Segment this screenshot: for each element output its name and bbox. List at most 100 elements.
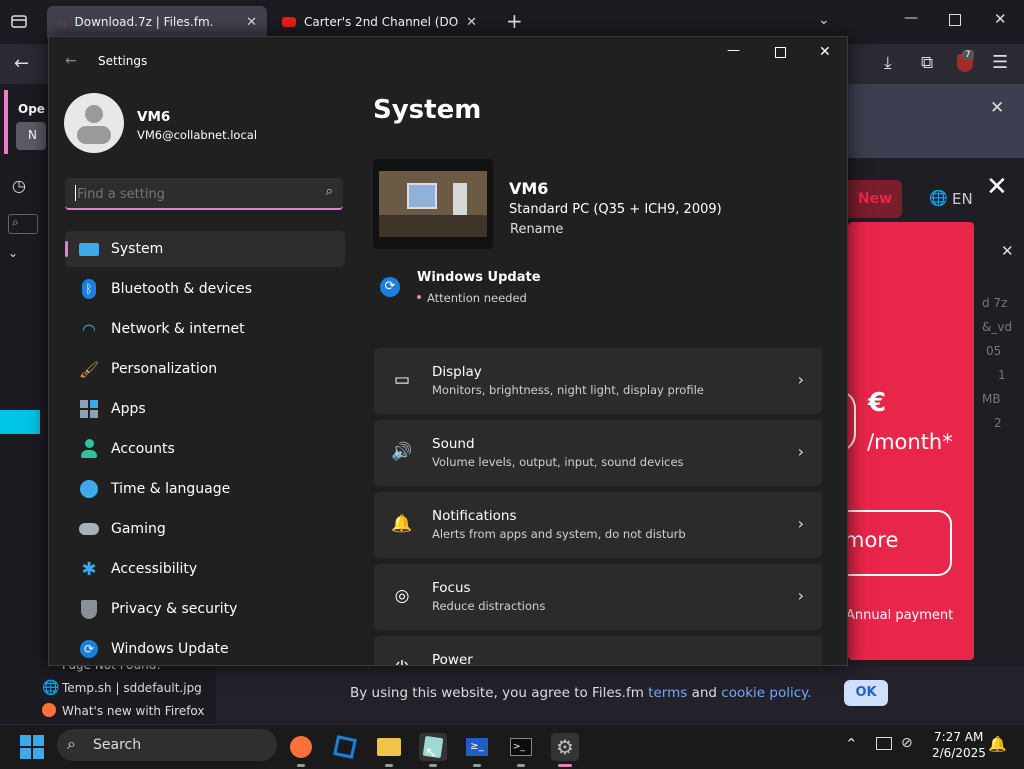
nav-item-bluetooth[interactable]: ᛒ Bluetooth & devices: [65, 271, 345, 307]
file-info-1: &_vd: [982, 320, 1013, 334]
cookie-ok-button[interactable]: OK: [844, 680, 888, 706]
cookie-banner: By using this website, you agree to File…: [216, 666, 1024, 720]
nav-item-privacy[interactable]: Privacy & security: [65, 591, 345, 627]
sidebar-item-temp-sh[interactable]: Temp.sh | sddefault.jpg: [62, 681, 202, 695]
tab-download[interactable]: ⌓ Download.7z | Files.fm. ✕: [47, 6, 267, 38]
sidebar-item-whats-new[interactable]: What's new with Firefox: [62, 704, 205, 718]
card-notifications[interactable]: 🔔 Notifications Alerts from apps and sys…: [374, 492, 822, 558]
card-subtitle: Alerts from apps and system, do not dist…: [432, 527, 686, 541]
taskbar: ⌕ Search ≥_ >_ ⚙ ↖ ⌃ ⊘ 7:27 AM 2/6/2025 …: [0, 724, 1024, 769]
update-title[interactable]: Windows Update: [417, 270, 541, 285]
file-info-5: 2: [994, 416, 1002, 430]
notice-text: Ope: [18, 102, 45, 116]
cookie-message: By using this website, you agree to File…: [350, 685, 644, 701]
nav-label: Bluetooth & devices: [111, 281, 253, 297]
taskbar-search-label: Search: [93, 737, 142, 753]
apps-icon: [77, 397, 101, 421]
file-info-2: 05: [986, 344, 1002, 358]
back-arrow-icon[interactable]: ←: [14, 53, 29, 74]
chevron-right-icon: ›: [798, 658, 804, 665]
chevron-up-icon[interactable]: ⌃: [845, 735, 858, 753]
language-label[interactable]: EN: [952, 190, 973, 208]
update-status: Attention needed: [427, 291, 527, 305]
firefox-icon[interactable]: [287, 733, 315, 767]
close-window-icon[interactable]: ✕: [994, 10, 1007, 28]
terminal-icon[interactable]: >_: [507, 733, 535, 767]
card-power[interactable]: ⏻ Power ›: [374, 636, 822, 665]
close-icon[interactable]: ✕: [819, 44, 831, 60]
history-icon[interactable]: ◷: [12, 176, 26, 195]
notification-bell-icon[interactable]: 🔔: [988, 735, 1007, 753]
globe-icon[interactable]: 🌐: [929, 189, 948, 207]
speaker-icon: 🔊: [391, 442, 413, 462]
back-arrow-icon[interactable]: ←: [65, 53, 77, 69]
extensions-icon[interactable]: ⧉: [921, 53, 933, 73]
avatar[interactable]: [64, 93, 124, 153]
settings-gear-icon[interactable]: ⚙: [551, 733, 579, 767]
close-tab-icon[interactable]: ✕: [246, 15, 257, 30]
close-panel-icon[interactable]: ✕: [1001, 242, 1014, 260]
new-tab-button[interactable]: +: [506, 9, 523, 33]
download-icon[interactable]: ⤓: [884, 53, 892, 73]
selection-indicator: [65, 241, 68, 257]
monitor-icon: [77, 237, 101, 261]
tab-youtube[interactable]: Carter's 2nd Channel (DO NOT ✕: [272, 6, 487, 38]
menu-icon[interactable]: ☰: [992, 52, 1008, 73]
laptop-icon: ▭: [393, 370, 411, 390]
virtualbox-icon[interactable]: [331, 733, 359, 761]
nav-item-personalization[interactable]: 🖌 Personalization: [65, 351, 345, 387]
card-subtitle: Volume levels, output, input, sound devi…: [432, 455, 684, 469]
minimize-icon[interactable]: —: [904, 10, 918, 26]
settings-window: ← Settings — ✕ VM6 VM6@collabnet.local ⌕…: [48, 36, 848, 666]
nav-item-gaming[interactable]: Gaming: [65, 511, 345, 547]
cookie-policy-link[interactable]: cookie policy.: [721, 685, 811, 701]
notice-accent: [4, 90, 8, 154]
sidebar-search-icon[interactable]: ⌕: [8, 214, 38, 234]
tab-title: Carter's 2nd Channel (DO NOT: [304, 15, 459, 29]
close-notice-icon[interactable]: ✕: [990, 98, 1004, 118]
taskbar-search[interactable]: ⌕ Search: [57, 729, 277, 761]
volume-muted-icon[interactable]: ⊘: [901, 735, 913, 751]
clock-time[interactable]: 7:27 AM: [934, 730, 983, 744]
card-display[interactable]: ▭ Display Monitors, brightness, night li…: [374, 348, 822, 414]
search-box[interactable]: ⌕: [65, 178, 343, 210]
card-title: Notifications: [432, 508, 517, 524]
clock-date[interactable]: 2/6/2025: [932, 746, 986, 760]
nav-item-windows-update[interactable]: ⟳ Windows Update: [65, 631, 345, 665]
new-button[interactable]: New: [848, 180, 902, 218]
nav-item-time-language[interactable]: Time & language: [65, 471, 345, 507]
nav-label: Gaming: [111, 521, 166, 537]
nav-item-network[interactable]: ◠ Network & internet: [65, 311, 345, 347]
chevron-down-icon[interactable]: ⌄: [818, 12, 830, 28]
close-tab-icon[interactable]: ✕: [466, 15, 477, 30]
sidebar-highlight: [0, 410, 40, 434]
chevron-down-icon[interactable]: ⌄: [8, 246, 18, 260]
tab-list-icon[interactable]: [10, 12, 28, 30]
file-explorer-icon[interactable]: [375, 733, 403, 767]
search-input[interactable]: [75, 183, 309, 205]
nav-label: Privacy & security: [111, 601, 238, 617]
powershell-icon[interactable]: ≥_: [463, 733, 491, 767]
nav-item-system[interactable]: System: [65, 231, 345, 267]
start-button[interactable]: [20, 735, 44, 759]
network-icon[interactable]: [876, 737, 892, 750]
rename-link[interactable]: Rename: [510, 222, 563, 237]
nav-item-accessibility[interactable]: ✱ Accessibility: [65, 551, 345, 587]
firefox-icon: [42, 703, 56, 717]
promo-annual: Annual payment: [846, 608, 954, 623]
device-thumbnail[interactable]: [373, 159, 493, 249]
card-focus[interactable]: ◎ Focus Reduce distractions ›: [374, 564, 822, 630]
notice-button[interactable]: N: [16, 122, 46, 150]
maximize-icon[interactable]: [949, 14, 961, 26]
minimize-icon[interactable]: —: [727, 43, 740, 58]
nav-label: Time & language: [111, 481, 231, 497]
globe-icon: 🌐: [42, 680, 60, 696]
learn-more-button[interactable]: more: [842, 510, 952, 576]
nav-item-apps[interactable]: Apps: [65, 391, 345, 427]
nav-item-accounts[interactable]: Accounts: [65, 431, 345, 467]
terms-link[interactable]: terms: [648, 685, 687, 701]
maximize-icon[interactable]: [775, 47, 786, 58]
card-sound[interactable]: 🔊 Sound Volume levels, output, input, so…: [374, 420, 822, 486]
close-modal-icon[interactable]: ✕: [986, 172, 1008, 202]
search-icon[interactable]: ⌕: [326, 184, 333, 199]
